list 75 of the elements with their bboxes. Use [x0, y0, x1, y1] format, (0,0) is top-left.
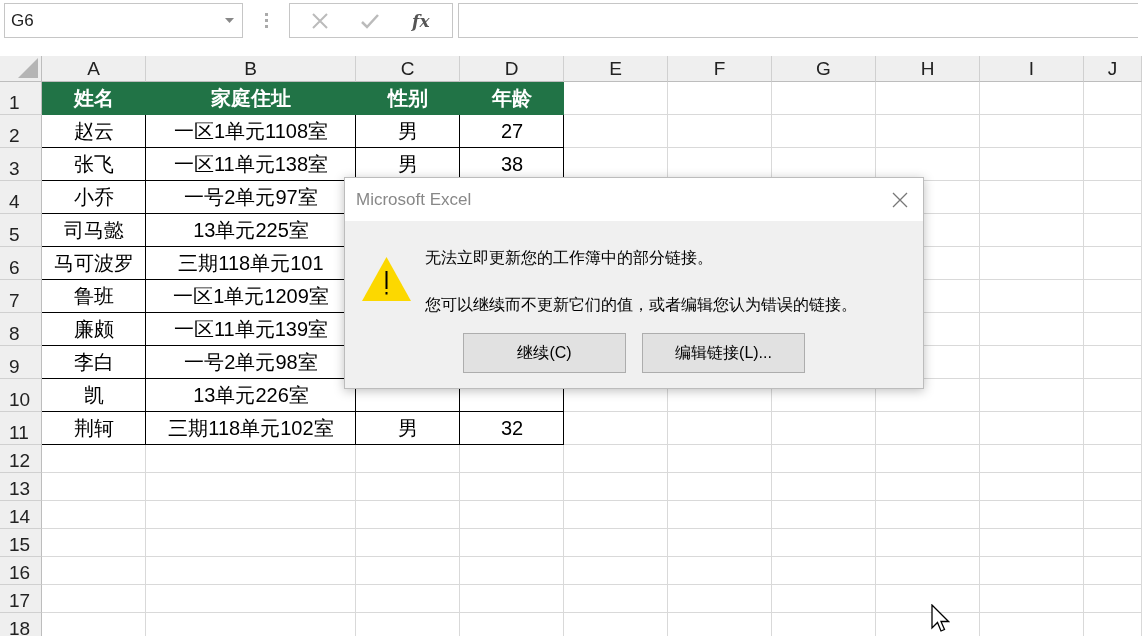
- close-icon[interactable]: [892, 191, 908, 208]
- formula-input[interactable]: [458, 3, 1138, 38]
- dialog-message: 您可以继续而不更新它们的值，或者编辑您认为错误的链接。: [425, 295, 857, 315]
- row-header[interactable]: 11: [0, 412, 42, 445]
- row-header[interactable]: 15: [0, 529, 42, 557]
- header-cell: 姓名: [42, 82, 146, 115]
- table-cell-text: 一号2单元97室: [183, 185, 319, 210]
- table-cell-text: 廉颇: [73, 317, 115, 342]
- drag-handle-icon[interactable]: [264, 13, 268, 28]
- table-cell-text: 男: [397, 119, 419, 144]
- column-header[interactable]: E: [564, 56, 668, 82]
- row-header[interactable]: 9: [0, 346, 42, 379]
- name-box[interactable]: G6: [4, 3, 243, 38]
- select-all-icon[interactable]: [18, 58, 38, 78]
- column-header[interactable]: I: [980, 56, 1084, 82]
- dialog-button[interactable]: 编辑链接(L)...: [642, 333, 805, 373]
- table-cell-text: 荆轲: [73, 416, 115, 441]
- table-cell-text: 小乔: [73, 185, 115, 210]
- table-cell-text: 张飞: [73, 152, 115, 177]
- dialog-button[interactable]: 继续(C): [463, 333, 626, 373]
- column-header[interactable]: F: [668, 56, 772, 82]
- column-header[interactable]: C: [356, 56, 460, 82]
- warning-icon: [362, 257, 411, 301]
- table-cell-text: 27: [499, 119, 525, 144]
- column-header[interactable]: B: [146, 56, 356, 82]
- cancel-icon[interactable]: [312, 12, 329, 29]
- table-cell-text: 13单元225室: [192, 218, 310, 243]
- row-header[interactable]: 3: [0, 148, 42, 181]
- table-cell-text: 男: [397, 416, 419, 441]
- table-cell-text: 三期118单元101: [177, 251, 325, 276]
- table-cell-text: 鲁班: [73, 284, 115, 309]
- row-header[interactable]: 4: [0, 181, 42, 214]
- table-cell-text: 赵云: [73, 119, 115, 144]
- table-cell-text: 38: [499, 152, 525, 177]
- table-cell-text: 一区11单元138室: [172, 152, 330, 177]
- row-header[interactable]: 1: [0, 82, 42, 115]
- row-header[interactable]: 13: [0, 473, 42, 501]
- row-header[interactable]: 16: [0, 557, 42, 585]
- row-header[interactable]: 8: [0, 313, 42, 346]
- dialog-title: Microsoft Excel: [356, 189, 472, 210]
- checkmark-icon[interactable]: [361, 12, 380, 29]
- column-header[interactable]: J: [1084, 56, 1142, 82]
- table-cell-text: 一区11单元139室: [172, 317, 330, 342]
- table-cell-text: 李白: [73, 350, 115, 375]
- table-cell-text: 司马懿: [63, 218, 125, 243]
- table-cell-text: 三期118单元102室: [167, 416, 335, 441]
- table-cell-text: 13单元226室: [192, 383, 310, 408]
- table-cell-text: 男: [397, 152, 419, 177]
- row-header[interactable]: 6: [0, 247, 42, 280]
- row-header[interactable]: 5: [0, 214, 42, 247]
- column-header[interactable]: H: [876, 56, 980, 82]
- row-header[interactable]: 7: [0, 280, 42, 313]
- table-cell-text: 马可波罗: [53, 251, 135, 276]
- row-header[interactable]: 10: [0, 379, 42, 412]
- table-cell-text: 凯: [83, 383, 105, 408]
- table-cell-text: 32: [499, 416, 525, 441]
- row-header[interactable]: 12: [0, 445, 42, 473]
- dropdown-arrow-icon[interactable]: [225, 18, 234, 23]
- column-header[interactable]: D: [460, 56, 564, 82]
- table-cell-text: 一号2单元98室: [183, 350, 319, 375]
- row-header[interactable]: 17: [0, 585, 42, 613]
- header-cell: 家庭住址: [146, 82, 356, 115]
- row-header[interactable]: 18: [0, 613, 42, 636]
- header-cell: 年龄: [460, 82, 564, 115]
- dialog-message: 无法立即更新您的工作簿中的部分链接。: [425, 248, 714, 268]
- row-header[interactable]: 2: [0, 115, 42, 148]
- row-header[interactable]: 14: [0, 501, 42, 529]
- column-header[interactable]: G: [772, 56, 876, 82]
- table-cell-text: 一区1单元1209室: [172, 284, 330, 309]
- mouse-pointer-icon: [931, 604, 950, 632]
- table-cell-text: 一区1单元1108室: [172, 119, 330, 144]
- column-header[interactable]: A: [42, 56, 146, 82]
- insert-function-button[interactable]: fx: [412, 10, 430, 31]
- header-cell: 性别: [356, 82, 460, 115]
- cell-reference: G6: [11, 10, 34, 31]
